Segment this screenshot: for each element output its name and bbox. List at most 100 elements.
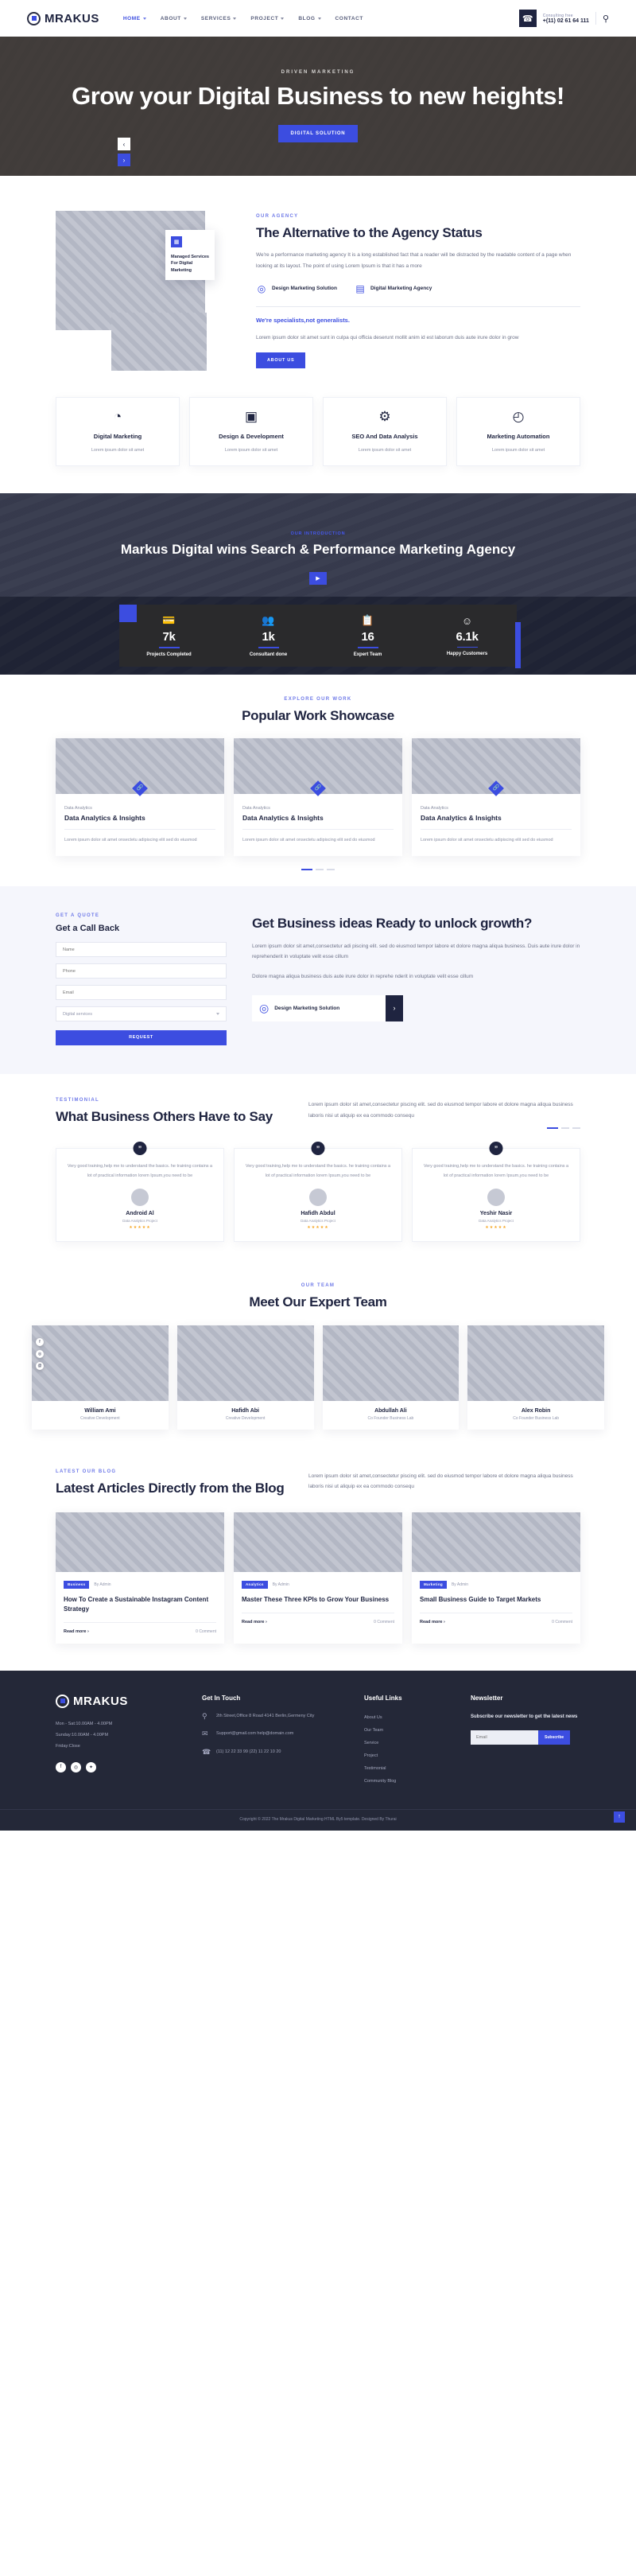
instagram-icon[interactable]: ◎ <box>71 1761 81 1772</box>
read-more-link[interactable]: Read more › <box>420 1620 445 1625</box>
service-card[interactable]: ⚙ SEO And Data Analysis Lorem ipsum dolo… <box>323 397 447 467</box>
testimonial-role: Data Analytics Project <box>301 1219 335 1224</box>
footer-emails[interactable]: Support@gmail.com help@domain.com <box>216 1730 293 1739</box>
work-card[interactable]: 🔗 Data Analytics Data Analytics & Insigh… <box>412 738 580 857</box>
service-card[interactable]: ◔ Digital Marketing Lorem ipsum dolor si… <box>56 397 180 467</box>
blog-tag[interactable]: Analytics <box>242 1580 268 1589</box>
instagram-icon[interactable]: ◎ <box>36 1349 44 1358</box>
about-secondary-photo <box>111 313 207 371</box>
facebook-icon[interactable]: f <box>36 1337 44 1346</box>
footer-phones[interactable]: (11) 12 22 33 99 (22) 11 22 10 20 <box>216 1748 281 1757</box>
read-more-link[interactable]: Read more › <box>242 1620 267 1625</box>
footer-logo[interactable]: MRAKUS <box>56 1694 183 1708</box>
read-more-link[interactable]: Read more › <box>64 1629 89 1634</box>
blog-tag[interactable]: Business <box>64 1580 90 1589</box>
blog-author: By Admin <box>94 1582 111 1587</box>
team-member-card[interactable]: Hafidh Abi Creative Development <box>176 1325 314 1430</box>
slider-dot-active[interactable] <box>301 869 312 871</box>
blog-card[interactable]: Marketing By Admin Small Business Guide … <box>412 1512 580 1644</box>
footer-link-testimonial[interactable]: Testimonial <box>364 1763 452 1776</box>
newsletter-email-input[interactable] <box>471 1730 538 1745</box>
phone-info[interactable]: Consulting free +(11) 02 61 64 111 <box>543 14 589 24</box>
quote-form-title: Get a Call Back <box>56 924 120 934</box>
stats-bar-accent <box>515 622 521 669</box>
nav-item-about[interactable]: ABOUT <box>161 16 187 21</box>
banner-eyebrow: OUR INTRODUCTION <box>290 531 346 537</box>
stats-section: 💳 7k Projects Completed 👥 1k Consultant … <box>0 597 636 675</box>
slider-prev-button[interactable]: ‹ <box>118 138 130 150</box>
footer-social-links: f ◎ ✦ <box>56 1761 183 1772</box>
search-icon[interactable]: ⚲ <box>603 14 609 24</box>
team-member-card[interactable]: f ◎ @ William Ami Creative Development <box>32 1325 169 1430</box>
blog-eyebrow: LATEST OUR BLOG <box>56 1469 117 1474</box>
blog-card[interactable]: Business By Admin How To Create a Sustai… <box>56 1512 224 1644</box>
header-right: ☎ Consulting free +(11) 02 61 64 111 ⚲ <box>518 10 609 27</box>
nav-item-services[interactable]: SERVICES <box>201 16 237 21</box>
scroll-to-top-button[interactable]: ↑ <box>614 1811 625 1823</box>
slider-dot[interactable] <box>561 1127 569 1130</box>
team-member-role: Creative Development <box>80 1415 120 1421</box>
footer-link-our-team[interactable]: Our Team <box>364 1725 452 1737</box>
logo-text: MRAKUS <box>73 1694 128 1708</box>
twitter-icon[interactable]: ✦ <box>86 1761 96 1772</box>
email-input[interactable] <box>63 990 219 995</box>
stat-label: Expert Team <box>353 652 382 657</box>
slider-dot[interactable] <box>316 869 324 871</box>
about-sub-paragraph: Lorem ipsum dolor sit amet sunt in culpa… <box>256 334 519 340</box>
nav-label: ABOUT <box>160 15 181 21</box>
logo-icon <box>56 1694 69 1708</box>
service-card[interactable]: ▣ Design & Development Lorem ipsum dolor… <box>189 397 313 467</box>
email-icon[interactable]: @ <box>36 1361 44 1370</box>
team-member-card[interactable]: Alex Robin Co Founder Business Lab <box>467 1325 604 1430</box>
logo[interactable]: MRAKUS <box>27 11 99 25</box>
blog-section: LATEST OUR BLOG Latest Articles Directly… <box>56 1452 580 1671</box>
request-button[interactable]: REQUEST <box>56 1029 227 1045</box>
nav-label: BLOG <box>298 15 316 21</box>
subscribe-button[interactable]: Subscribe <box>538 1730 571 1745</box>
nav-item-blog[interactable]: BLOG <box>298 15 321 21</box>
stat-number: 7k <box>162 630 176 644</box>
play-icon[interactable]: ▶ <box>309 572 327 586</box>
quote-paragraph-2: Dolore magna aliqua business duis aute i… <box>252 973 474 979</box>
service-title: Design & Development <box>219 433 284 441</box>
quote-feature-card[interactable]: ◎ Design Marketing Solution › <box>252 994 403 1021</box>
testimonial-name: Yeshir Nasir <box>479 1211 513 1217</box>
footer-link-project[interactable]: Project <box>364 1750 452 1763</box>
team-member-card[interactable]: Abdullah Ali Co Founder Business Lab <box>322 1325 460 1430</box>
about-badge-text: Managed Services For Digital Marketing <box>171 255 209 273</box>
blog-card[interactable]: Analytics By Admin Master These Three KP… <box>234 1512 402 1644</box>
nav-item-project[interactable]: PROJECT <box>250 16 285 21</box>
testimonial-name: Hafidh Abdul <box>301 1211 335 1217</box>
slider-dot-active[interactable] <box>547 1127 558 1130</box>
phone-input[interactable] <box>63 968 219 974</box>
about-us-button[interactable]: ABOUT US <box>256 352 306 369</box>
service-select[interactable]: Digital services <box>56 1006 227 1022</box>
hero-cta-button[interactable]: DIGITAL SOLUTION <box>277 124 359 142</box>
stat-underline <box>357 647 378 648</box>
phone-field[interactable] <box>56 963 227 979</box>
footer-link-community-blog[interactable]: Community Blog <box>364 1776 452 1788</box>
email-field[interactable] <box>56 985 227 1001</box>
testimonial-role: Data Analytics Project <box>479 1219 514 1224</box>
services-section: ◔ Digital Marketing Lorem ipsum dolor si… <box>56 389 580 493</box>
nav-item-home[interactable]: HOME <box>123 16 146 21</box>
facebook-icon[interactable]: f <box>56 1761 66 1772</box>
name-field[interactable] <box>56 942 227 958</box>
testimonial-name: Android Al <box>126 1211 154 1217</box>
arrow-right-icon[interactable]: › <box>386 994 403 1021</box>
slider-dot[interactable] <box>327 869 335 871</box>
nav-item-contact[interactable]: CONTACT <box>335 16 364 21</box>
work-card[interactable]: 🔗 Data Analytics Data Analytics & Insigh… <box>56 738 224 857</box>
team-member-name: Alex Robin <box>521 1407 551 1414</box>
slider-dot[interactable] <box>572 1127 580 1130</box>
work-card[interactable]: 🔗 Data Analytics Data Analytics & Insigh… <box>234 738 402 857</box>
blog-card-image <box>56 1512 224 1572</box>
footer-link-about-us[interactable]: About Us <box>364 1712 452 1725</box>
blog-tag[interactable]: Marketing <box>420 1580 447 1589</box>
stat-underline <box>258 647 279 648</box>
footer-newsletter-text: Subscribe our newsletter to get the late… <box>471 1714 578 1719</box>
footer-link-service[interactable]: Service <box>364 1737 452 1750</box>
name-input[interactable] <box>63 947 219 952</box>
service-card[interactable]: ◴ Marketing Automation Lorem ipsum dolor… <box>456 397 580 467</box>
slider-next-button[interactable]: › <box>118 154 130 166</box>
